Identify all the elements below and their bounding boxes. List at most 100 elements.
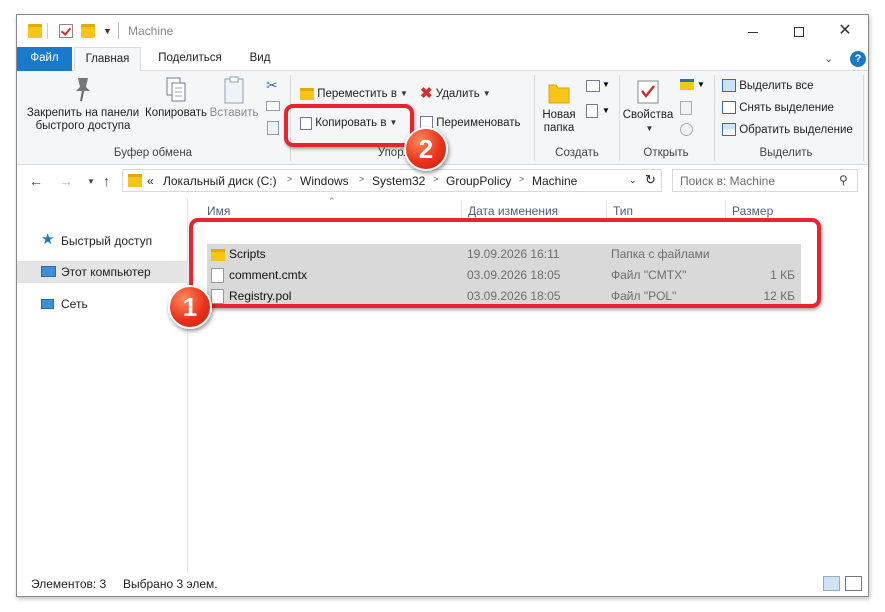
nav-item-network[interactable]: Сеть: [17, 293, 187, 315]
tab-share[interactable]: Поделиться: [145, 47, 235, 71]
folder-icon: [128, 174, 142, 187]
invert-selection-icon: [722, 123, 736, 137]
details-view-icon[interactable]: [823, 576, 840, 591]
pin-label-line-1: Закрепить на панели: [26, 107, 140, 119]
divider: [534, 75, 535, 161]
minimize-button[interactable]: [730, 15, 776, 47]
up-button[interactable]: ↑: [103, 173, 110, 189]
move-to-icon: [300, 88, 314, 100]
properties-button[interactable]: Свойства ▼: [621, 77, 675, 136]
chevron-down-icon: ▼: [87, 177, 95, 186]
select-all-label: Выделить все: [739, 80, 814, 92]
breadcrumb-item[interactable]: Windows: [300, 174, 349, 188]
select-none-button[interactable]: Снять выделение: [722, 99, 834, 117]
invert-selection-label: Обратить выделение: [739, 124, 853, 136]
copy-label: Копировать: [145, 107, 207, 119]
close-icon: ✕: [838, 22, 852, 39]
forward-button[interactable]: →: [59, 173, 73, 189]
chevron-right-icon[interactable]: >: [519, 174, 524, 184]
paste-button[interactable]: Вставить: [209, 75, 259, 120]
chevron-down-icon[interactable]: ⌄: [629, 175, 637, 186]
network-icon: [41, 299, 54, 309]
pin-label-line-2: быстрого доступа: [35, 120, 131, 132]
breadcrumb-item[interactable]: Локальный диск (C:): [163, 174, 277, 188]
arrow-right-icon: →: [59, 173, 73, 189]
select-none-label: Снять выделение: [739, 102, 834, 114]
navigation-bar: ← → ▼ ↑ « Локальный диск (C:) > Windows …: [17, 165, 868, 198]
move-to-button[interactable]: Переместить в ▼: [300, 85, 408, 103]
search-input[interactable]: [674, 171, 834, 190]
help-icon[interactable]: ?: [850, 51, 866, 67]
refresh-icon[interactable]: ↻: [645, 172, 656, 188]
step-badge-2: 2: [404, 127, 448, 171]
copy-icon: [166, 77, 186, 102]
search-icon[interactable]: ⚲: [839, 173, 848, 187]
invert-selection-button[interactable]: Обратить выделение: [722, 121, 853, 139]
delete-label: Удалить: [435, 88, 480, 101]
easy-access-icon[interactable]: [586, 104, 598, 118]
divider: [47, 23, 48, 39]
breadcrumb-item[interactable]: GroupPolicy: [446, 174, 511, 188]
pin-quick-access-button[interactable]: Закрепить на панели быстрого доступа: [21, 75, 145, 133]
copy-button[interactable]: Копировать: [143, 75, 209, 120]
breadcrumb-item[interactable]: System32: [372, 174, 425, 188]
chevron-down-icon[interactable]: ▼: [697, 80, 705, 89]
rename-label: Переименовать: [436, 117, 521, 129]
paste-shortcut-icon[interactable]: [267, 121, 279, 135]
title-bar: ▼ Machine ✕: [17, 15, 868, 47]
chevron-right-icon[interactable]: >: [433, 174, 438, 184]
open-icon[interactable]: [680, 79, 694, 90]
chevron-down-icon[interactable]: ▼: [602, 106, 610, 115]
step-badge-1: 1: [168, 285, 212, 329]
select-all-icon: [722, 79, 736, 93]
address-bar[interactable]: « Локальный диск (C:) > Windows > System…: [122, 169, 662, 192]
breadcrumb-item[interactable]: Machine: [532, 174, 577, 188]
group-label-clipboard: Буфер обмена: [113, 147, 193, 159]
tab-home[interactable]: Главная: [74, 47, 141, 72]
nav-item-quick-access[interactable]: ★ Быстрый доступ: [17, 230, 187, 252]
recent-locations-button[interactable]: ▼: [87, 177, 95, 186]
chevron-right-icon[interactable]: >: [359, 174, 364, 184]
history-icon[interactable]: [680, 123, 693, 136]
tab-view[interactable]: Вид: [240, 47, 280, 71]
new-folder-label-1: Новая: [542, 109, 576, 121]
breadcrumb-overflow[interactable]: «: [147, 174, 154, 188]
folder-icon: [28, 24, 42, 38]
nav-item-label: Сеть: [61, 297, 88, 311]
quick-access-dropdown-icon[interactable]: ▼: [103, 26, 117, 40]
properties-quick-icon[interactable]: [59, 24, 73, 38]
delete-x-icon: ✖: [420, 85, 433, 102]
paste-icon: [224, 76, 244, 104]
new-folder-quick-icon[interactable]: [81, 24, 95, 38]
navigation-pane: ★ Быстрый доступ Этот компьютер Сеть: [17, 198, 188, 572]
select-all-button[interactable]: Выделить все: [722, 77, 814, 95]
maximize-button[interactable]: [776, 15, 822, 47]
new-folder-button[interactable]: Новая папка: [537, 77, 581, 135]
arrow-up-icon: ↑: [103, 173, 110, 189]
large-icons-view-icon[interactable]: [845, 576, 862, 591]
delete-button[interactable]: ✖ Удалить ▼: [420, 85, 491, 103]
close-button[interactable]: ✕: [822, 15, 868, 47]
computer-icon: [41, 266, 56, 277]
status-bar: Элементов: 3 Выбрано 3 элем.: [17, 572, 868, 596]
divider: [118, 23, 119, 39]
new-folder-label-2: папка: [543, 122, 575, 134]
chevron-down-icon[interactable]: ▼: [602, 80, 610, 89]
ribbon-tabs: Файл Главная Поделиться Вид ⌄ ?: [17, 47, 868, 72]
copy-path-icon[interactable]: [266, 101, 280, 111]
selected-count: Выбрано 3 элем.: [123, 577, 218, 591]
items-count: Элементов: 3: [31, 577, 107, 591]
move-to-label: Переместить в: [317, 88, 397, 101]
chevron-right-icon[interactable]: >: [287, 174, 292, 184]
divider: [714, 75, 715, 161]
nav-item-this-pc[interactable]: Этот компьютер: [17, 261, 187, 283]
select-none-icon: [722, 101, 736, 115]
edit-icon[interactable]: [680, 101, 692, 115]
tab-file[interactable]: Файл: [17, 47, 72, 71]
chevron-down-icon[interactable]: ⌄: [824, 52, 833, 65]
new-item-icon[interactable]: [586, 80, 600, 92]
callout-highlight-files: [189, 218, 821, 308]
minimize-icon: [748, 31, 758, 33]
back-button[interactable]: ←: [29, 173, 43, 189]
cut-icon[interactable]: ✂: [266, 77, 278, 94]
